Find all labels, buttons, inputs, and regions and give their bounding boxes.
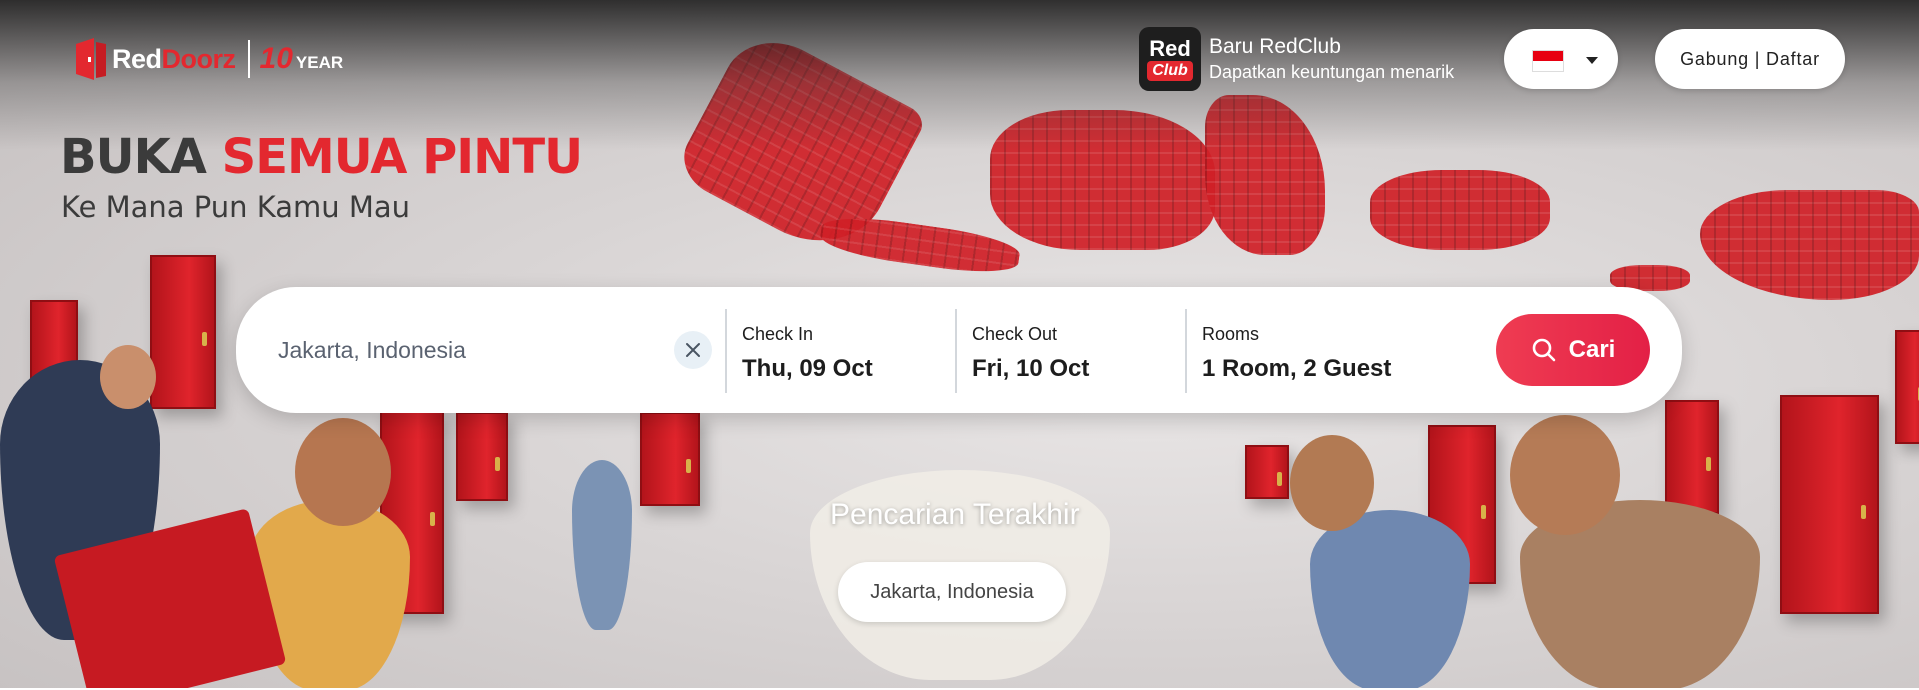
logo-text-doorz: Doorz [161, 43, 237, 74]
language-selector[interactable] [1504, 29, 1618, 89]
divider [955, 309, 957, 393]
search-button-label: Cari [1568, 336, 1616, 363]
logo-separator [247, 40, 250, 78]
check-out-value: Fri, 10 Oct [972, 355, 1090, 382]
map-island-java [818, 211, 1022, 279]
check-in-field[interactable]: Check In Thu, 09 Oct [742, 323, 873, 383]
recent-search-chip[interactable]: Jakarta, Indonesia [838, 562, 1066, 622]
door [1780, 395, 1879, 614]
chevron-down-icon [1586, 57, 1598, 64]
recent-search-title: Pencarian Terakhir [830, 498, 1080, 531]
location-input[interactable]: Jakarta, Indonesia [278, 287, 466, 413]
person-hat-shirt [1310, 510, 1470, 690]
hero-subheadline: Ke Mana Pun Kamu Mau [61, 190, 411, 224]
divider [1185, 309, 1187, 393]
door-logo-icon [76, 38, 106, 80]
search-button[interactable]: Cari [1496, 314, 1650, 386]
check-out-label: Check Out [972, 324, 1058, 344]
door [150, 255, 216, 409]
divider [725, 309, 727, 393]
search-bar: Jakarta, Indonesia Check In Thu, 09 Oct … [236, 287, 1682, 413]
headline-part-2: SEMUA PINTU [221, 129, 583, 185]
join-register-button[interactable]: Gabung | Daftar [1655, 29, 1845, 89]
anniversary-word: YEAR [295, 53, 344, 72]
headline-part-1: BUKA [60, 129, 207, 185]
indonesia-flag-icon [1532, 50, 1564, 72]
close-icon [686, 343, 700, 357]
person-head [100, 345, 156, 409]
redclub-badge-top: Red [1149, 35, 1191, 61]
person-head [1510, 415, 1620, 535]
rooms-label: Rooms [1202, 324, 1260, 344]
person-head [1290, 435, 1374, 531]
person-head [295, 418, 391, 526]
clear-location-button[interactable] [674, 331, 712, 369]
door [1245, 445, 1289, 499]
check-in-value: Thu, 09 Oct [742, 355, 873, 382]
door [1895, 330, 1919, 444]
redclub-promo[interactable]: Red Club Baru RedClub Dapatkan keuntunga… [1139, 27, 1454, 91]
hero-banner: Red Doorz 10 YEAR Red Club Baru RedClub … [0, 0, 1919, 690]
rooms-value: 1 Room, 2 Guest [1202, 355, 1392, 382]
anniversary-number: 10 [259, 42, 293, 75]
search-icon [1532, 338, 1555, 362]
logo-text-red: Red [112, 43, 162, 74]
check-in-label: Check In [742, 324, 814, 344]
check-out-field[interactable]: Check Out Fri, 10 Oct [972, 323, 1089, 383]
hero-headline: BUKA SEMUA PINTU [60, 129, 583, 185]
redclub-badge: Red Club [1139, 27, 1201, 91]
door [1665, 400, 1719, 514]
redclub-subtitle: Dapatkan keuntungan menarik [1209, 62, 1455, 82]
map-island-papua [1700, 190, 1919, 300]
door [456, 412, 508, 501]
rooms-field[interactable]: Rooms 1 Room, 2 Guest [1202, 323, 1391, 383]
person-walking [572, 460, 632, 630]
redclub-badge-bottom: Club [1147, 60, 1193, 81]
redclub-text: Baru RedClub Dapatkan keuntungan menarik [1209, 34, 1454, 84]
redclub-title: Baru RedClub [1209, 35, 1341, 58]
map-island-maluku [1370, 170, 1550, 250]
reddoorz-logo[interactable]: Red Doorz 10 YEAR [74, 38, 343, 80]
door [640, 412, 700, 506]
